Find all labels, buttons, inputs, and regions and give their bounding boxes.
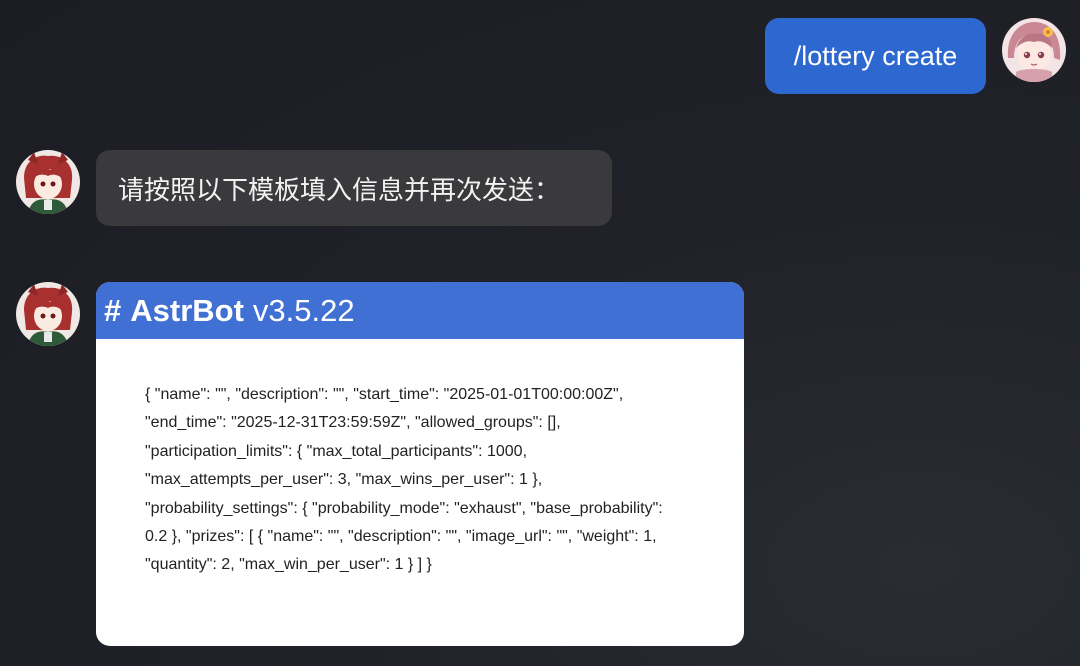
- bot-avatar[interactable]: [16, 150, 80, 214]
- card-header-version: v3.5.22: [252, 292, 355, 328]
- bot-message-bubble: 请按照以下模板填入信息并再次发送：: [96, 150, 612, 226]
- user-message-bubble: /lottery create: [765, 18, 986, 94]
- template-line: "max_attempts_per_user": 3, "max_wins_pe…: [145, 471, 543, 489]
- astrbot-template-card: # AstrBot v3.5.22 { "name": "", "descrip…: [96, 282, 744, 646]
- template-line: "participation_limits": { "max_total_par…: [145, 442, 528, 460]
- template-line: { "name": "", "description": "", "start_…: [145, 386, 624, 403]
- template-line: "probability_settings": { "probability_m…: [145, 499, 663, 517]
- user-avatar[interactable]: [1002, 18, 1066, 82]
- bot-avatar-icon: [16, 282, 80, 346]
- card-body-template: { "name": "", "description": "", "start_…: [96, 339, 744, 580]
- user-avatar-icon: [1002, 18, 1066, 82]
- bot-message-text: 请按照以下模板填入信息并再次发送：: [118, 175, 561, 206]
- bot-avatar-icon: [16, 150, 80, 214]
- bot-avatar[interactable]: [16, 282, 80, 346]
- user-message-text: /lottery create: [793, 40, 958, 71]
- template-line: 0.2 }, "prizes": [ { "name": "", "descri…: [145, 528, 657, 546]
- template-line: "end_time": "2025-12-31T23:59:59Z", "all…: [145, 414, 561, 432]
- card-header-brand: AstrBot: [130, 292, 244, 328]
- template-line: "quantity": 2, "max_win_per_user": 1 } ]…: [145, 556, 432, 574]
- card-header-hash: #: [104, 292, 122, 328]
- card-header: # AstrBot v3.5.22: [96, 282, 744, 339]
